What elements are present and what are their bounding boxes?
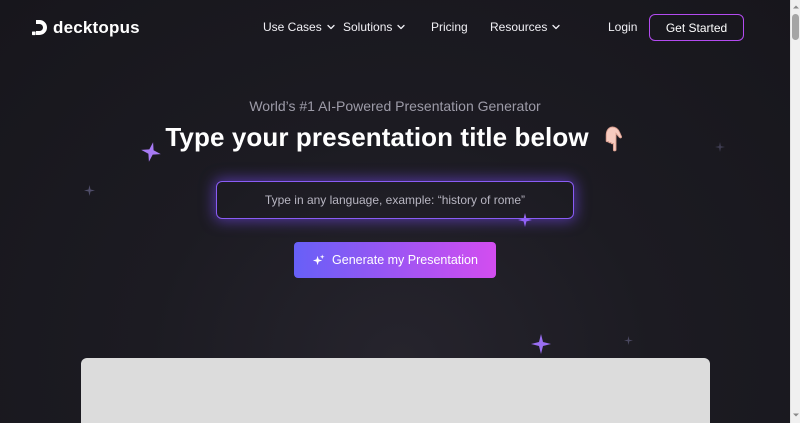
sparkle-small-left-icon	[84, 185, 95, 196]
site-header: decktopus Use Cases Solutions Pricing Re…	[0, 0, 790, 58]
nav-item-solutions[interactable]: Solutions	[343, 20, 406, 34]
login-link[interactable]: Login	[608, 20, 637, 34]
sparkle-large-bottom-icon	[531, 334, 551, 354]
page: decktopus Use Cases Solutions Pricing Re…	[0, 0, 790, 423]
nav-item-pricing[interactable]: Pricing	[431, 20, 468, 34]
chevron-down-icon	[397, 24, 406, 30]
scrollbar-thumb[interactable]	[792, 14, 799, 40]
get-started-button[interactable]: Get Started	[649, 14, 744, 41]
decktopus-logo-icon	[32, 19, 47, 35]
page-scrollbar[interactable]	[790, 0, 800, 423]
hero-headline: Type your presentation title below	[0, 122, 790, 153]
headline-text: Type your presentation title below	[165, 122, 589, 152]
chevron-down-icon	[552, 24, 561, 30]
scroll-up-arrow-icon[interactable]	[792, 3, 800, 11]
generate-presentation-button[interactable]: Generate my Presentation	[294, 242, 496, 278]
presentation-preview	[81, 358, 710, 423]
nav-item-label: Pricing	[431, 20, 468, 34]
pointing-down-hand-icon	[605, 126, 622, 151]
presentation-title-input[interactable]	[217, 182, 573, 218]
hero-eyebrow: World’s #1 AI-Powered Presentation Gener…	[249, 98, 541, 114]
sparkle-tiny-bottom-icon	[624, 336, 633, 345]
presentation-title-field	[216, 181, 574, 219]
chevron-down-icon	[327, 24, 335, 30]
generate-button-label: Generate my Presentation	[332, 253, 478, 267]
sparkles-icon	[312, 253, 325, 265]
nav-item-resources[interactable]: Resources	[490, 20, 561, 34]
brand-logo[interactable]: decktopus	[32, 18, 140, 38]
brand-name: decktopus	[53, 18, 140, 37]
nav-item-label: Resources	[490, 20, 548, 34]
scroll-down-arrow-icon[interactable]	[792, 411, 800, 419]
nav-item-label: Solutions	[343, 20, 393, 34]
nav-item-use-cases[interactable]: Use Cases	[263, 20, 335, 34]
nav-item-label: Use Cases	[263, 20, 322, 34]
